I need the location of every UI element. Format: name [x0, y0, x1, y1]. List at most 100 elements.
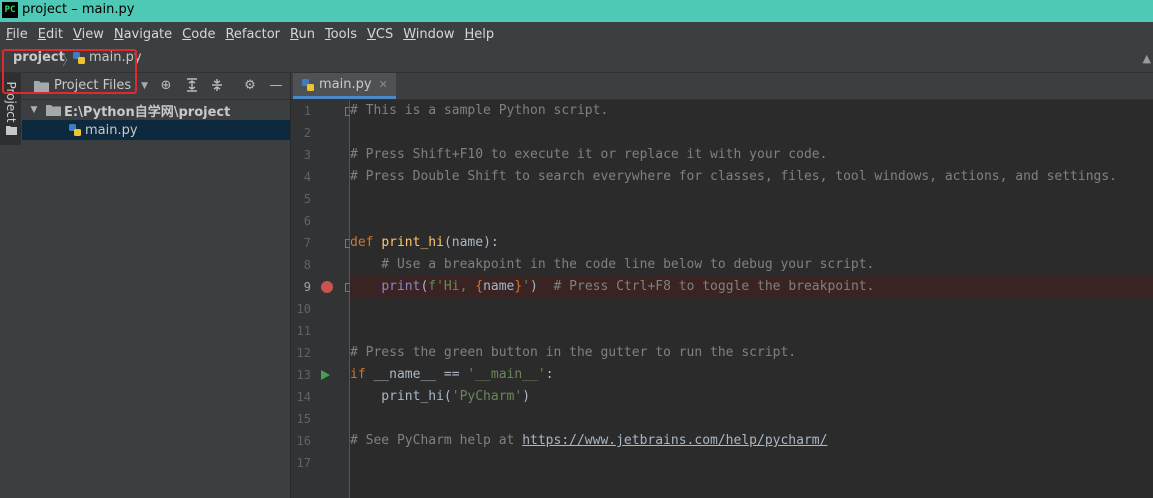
- project-panel-header: Project Files ▼ ⊕ ⚙ —: [22, 73, 290, 100]
- line-number: 2: [303, 126, 311, 140]
- code-text: ): [530, 279, 538, 294]
- line-number: 1: [303, 104, 311, 118]
- locate-file-icon[interactable]: ⊕: [158, 78, 174, 94]
- line-number: 5: [303, 192, 311, 206]
- menu-navigate-mnemonic: N: [113, 26, 124, 42]
- code-function-name: print_hi: [381, 235, 444, 250]
- line-number: 6: [303, 214, 311, 228]
- code-text: name: [483, 279, 515, 294]
- expand-all-icon[interactable]: [184, 78, 200, 94]
- project-panel: Project Files ▼ ⊕ ⚙ — ▼ E:\Python自学网\pro…: [22, 73, 291, 498]
- menu-file[interactable]: File: [0, 27, 32, 42]
- breadcrumb-file[interactable]: main.py: [72, 50, 142, 65]
- menu-vcs-mnemonic: V: [366, 26, 376, 42]
- code-line: # Use a breakpoint in the code line belo…: [350, 254, 1153, 276]
- editor-tab-bar: main.py ✕: [291, 73, 1153, 100]
- tree-root-label: E:\Python自学网\project: [64, 104, 231, 120]
- chevron-down-icon[interactable]: ▼: [28, 105, 40, 115]
- line-number: 17: [296, 456, 311, 470]
- menu-help-rest: elp: [474, 26, 495, 42]
- code-line: # See PyCharm help at https://www.jetbra…: [350, 430, 1153, 452]
- line-number: 8: [303, 258, 311, 272]
- line-number: 10: [296, 302, 311, 316]
- line-number: 13: [296, 368, 311, 382]
- menu-run[interactable]: Run: [284, 27, 319, 42]
- code-line: if __name__ == '__main__':: [350, 364, 1153, 386]
- menu-window[interactable]: Window: [397, 27, 458, 42]
- code-line: # Press Shift+F10 to execute it or repla…: [350, 144, 1153, 166]
- menu-vcs-rest: CS: [375, 26, 394, 42]
- menu-help[interactable]: Help: [459, 27, 499, 42]
- tree-file-main-py[interactable]: main.py: [22, 120, 290, 140]
- folder-icon: [6, 126, 17, 135]
- title-bar: PC project – main.py: [0, 0, 1153, 22]
- code-line: def print_hi(name):: [350, 232, 1153, 254]
- menu-view-rest: iew: [81, 26, 104, 42]
- close-icon[interactable]: ✕: [379, 78, 388, 91]
- code-keyword: def: [350, 235, 374, 250]
- project-tool-tab-label: Project: [4, 81, 18, 123]
- python-file-icon: [302, 78, 314, 91]
- line-number: 7: [303, 236, 311, 250]
- code-line: # Press Double Shift to search everywher…: [350, 166, 1153, 188]
- project-view-label: Project Files: [54, 78, 132, 93]
- code-string: ': [522, 279, 531, 294]
- folder-icon: [46, 105, 61, 116]
- code-string: f'Hi,: [428, 279, 476, 294]
- code-line: # This is a sample Python script.: [350, 100, 1153, 122]
- breakpoint-icon[interactable]: [321, 281, 333, 293]
- menu-tools-rest: ools: [330, 26, 357, 42]
- code-builtin: print: [381, 279, 421, 294]
- code-comment: # Press Shift+F10 to execute it or repla…: [350, 147, 828, 162]
- code-text: :: [545, 367, 554, 382]
- menu-refactor-mnemonic: R: [225, 26, 234, 42]
- collapse-all-icon[interactable]: [209, 78, 225, 94]
- folder-icon: [34, 80, 49, 92]
- menu-code-mnemonic: C: [182, 26, 192, 42]
- python-file-icon: [73, 51, 85, 64]
- menu-run-rest: un: [298, 26, 315, 42]
- line-number: 14: [296, 390, 311, 404]
- menu-tools[interactable]: Tools: [319, 27, 361, 42]
- project-view-selector[interactable]: Project Files ▼: [34, 78, 148, 93]
- editor-tab-label: main.py: [319, 77, 372, 92]
- menu-refactor-rest: efactor: [233, 26, 280, 42]
- menu-navigate[interactable]: Navigate: [108, 27, 176, 42]
- line-number: 11: [296, 324, 311, 338]
- hide-panel-icon[interactable]: —: [268, 78, 284, 94]
- navbar-arrow-icon[interactable]: ▲: [1143, 52, 1151, 65]
- menu-edit[interactable]: Edit: [32, 27, 67, 42]
- breadcrumb-project[interactable]: project: [13, 50, 65, 65]
- code-text: __name__ ==: [365, 367, 468, 382]
- code-string: '__main__': [467, 367, 546, 382]
- tree-root[interactable]: ▼ E:\Python自学网\project: [22, 100, 290, 120]
- code-text: print_hi(: [350, 389, 452, 404]
- code-editor[interactable]: # This is a sample Python script. # Pres…: [350, 100, 1153, 498]
- code-comment: # Press the green button in the gutter t…: [350, 345, 797, 360]
- menu-navigate-rest: avigate: [123, 26, 173, 42]
- code-keyword: if: [350, 367, 366, 382]
- code-text: (name):: [443, 235, 499, 250]
- menu-view-mnemonic: V: [72, 26, 82, 42]
- editor-tab-main-py[interactable]: main.py ✕: [293, 73, 396, 99]
- gear-icon[interactable]: ⚙: [242, 78, 258, 94]
- code-link[interactable]: https://www.jetbrains.com/help/pycharm/: [522, 433, 827, 448]
- menu-view[interactable]: View: [67, 27, 108, 42]
- menu-file-rest: ile: [12, 26, 28, 42]
- code-line-breakpoint: print(f'Hi, {name}') # Press Ctrl+F8 to …: [350, 276, 1153, 298]
- pycharm-app-icon: PC: [2, 2, 18, 18]
- menu-edit-mnemonic: E: [37, 26, 46, 42]
- line-number: 4: [303, 170, 311, 184]
- python-file-icon: [69, 124, 81, 136]
- breadcrumb: project 〉 main.py: [0, 46, 1153, 73]
- menu-code[interactable]: Code: [176, 27, 219, 42]
- run-icon[interactable]: [321, 370, 330, 380]
- line-number: 9: [303, 280, 311, 294]
- menu-vcs[interactable]: VCS: [361, 27, 397, 42]
- code-line: print_hi('PyCharm'): [350, 386, 1153, 408]
- window-title: project – main.py: [22, 2, 135, 17]
- menu-refactor[interactable]: Refactor: [219, 27, 284, 42]
- tree-file-label: main.py: [85, 122, 138, 138]
- project-tool-tab[interactable]: Project: [0, 73, 21, 145]
